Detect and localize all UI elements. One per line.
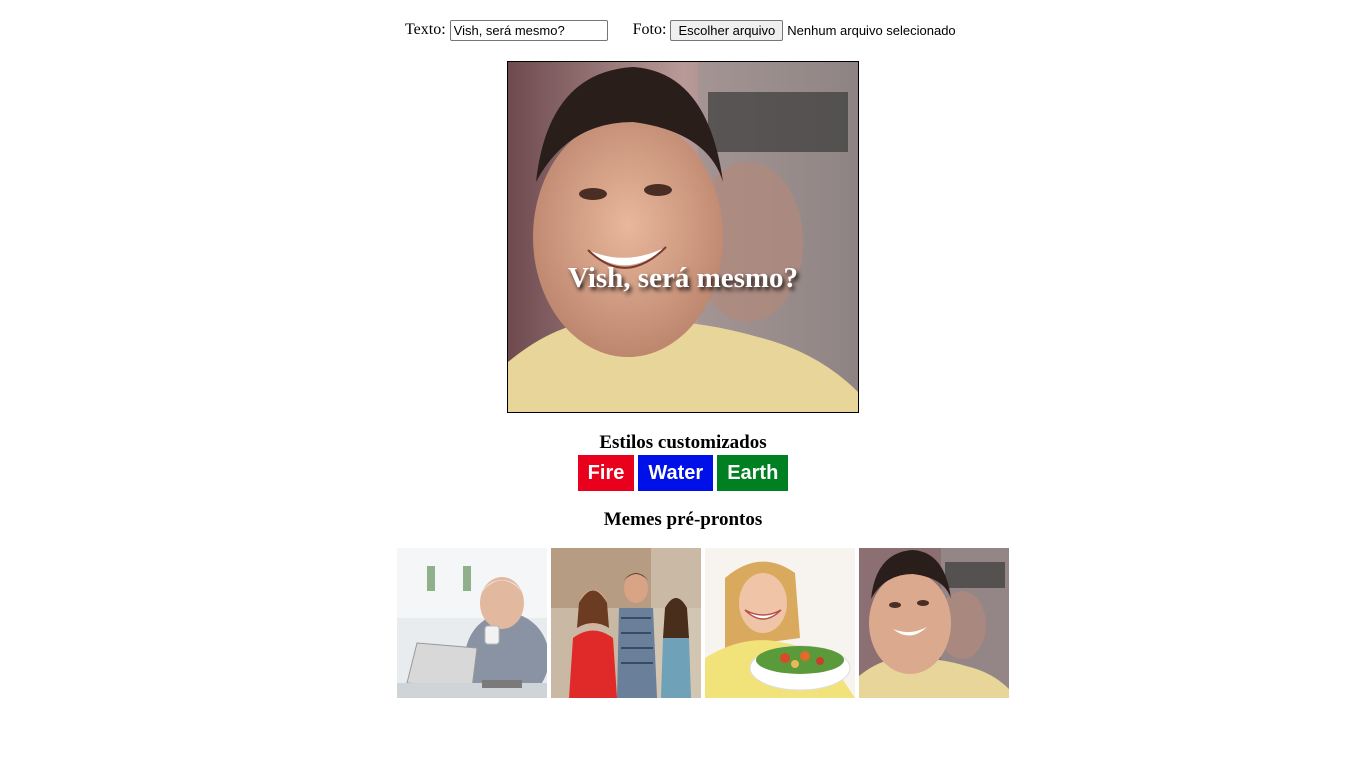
premade-memes-list xyxy=(397,548,1009,698)
meme-image xyxy=(508,62,858,412)
premade-meme-distracted-boyfriend[interactable] xyxy=(551,548,701,698)
meme-preview: Vish, será mesmo? xyxy=(507,61,859,413)
meme-caption: Vish, será mesmo? xyxy=(567,262,799,294)
meme-text-input[interactable] xyxy=(449,19,608,41)
premade-meme-smiling-man[interactable] xyxy=(859,548,1009,698)
premade-memes-title: Memes pré-prontos xyxy=(603,509,763,530)
fire-style-button[interactable]: Fire xyxy=(577,455,635,491)
distracted-boyfriend-image xyxy=(551,548,701,698)
file-status-text: Nenhum arquivo selecionado xyxy=(787,22,956,38)
premade-meme-woman-salad[interactable] xyxy=(705,548,855,698)
earth-style-button[interactable]: Earth xyxy=(717,455,789,491)
premade-meme-old-man-laptop[interactable] xyxy=(397,548,547,698)
photo-label: Foto: xyxy=(632,21,667,38)
old-man-laptop-image xyxy=(397,548,547,698)
choose-file-button[interactable]: Escolher arquivo xyxy=(670,19,784,41)
meme-controls: Texto: Foto: Escolher arquivo Nenhum arq… xyxy=(405,19,956,41)
text-label: Texto: xyxy=(405,21,446,38)
water-style-button[interactable]: Water xyxy=(638,455,714,491)
smiling-man-thumb-image xyxy=(859,548,1009,698)
custom-styles-title: Estilos customizados xyxy=(599,432,767,453)
woman-salad-image xyxy=(705,548,855,698)
style-buttons: Fire Water Earth xyxy=(0,455,1366,491)
